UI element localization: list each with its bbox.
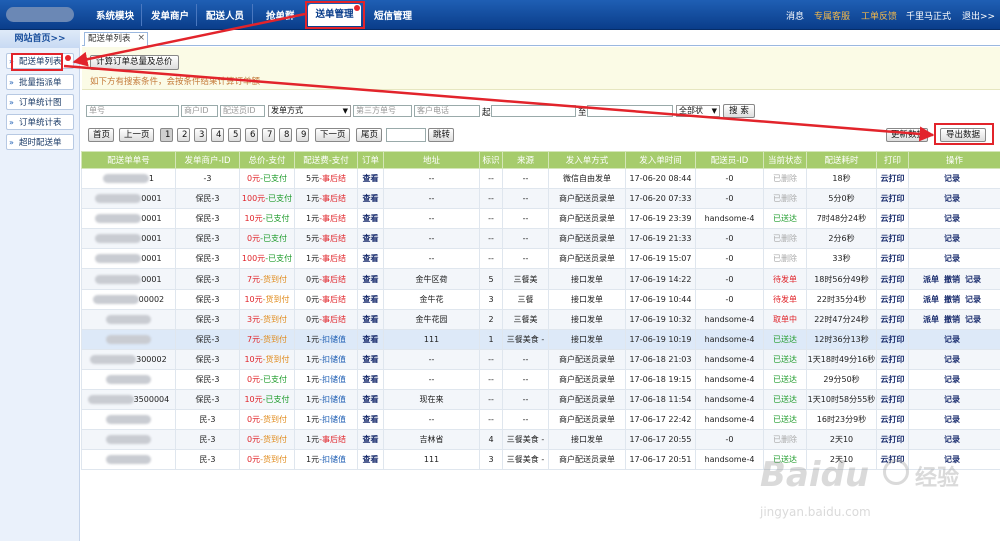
arrow-sidebar-to-export — [63, 64, 935, 142]
arrow-nav-to-sidebar — [72, 12, 306, 67]
annotation-arrows — [63, 12, 935, 142]
